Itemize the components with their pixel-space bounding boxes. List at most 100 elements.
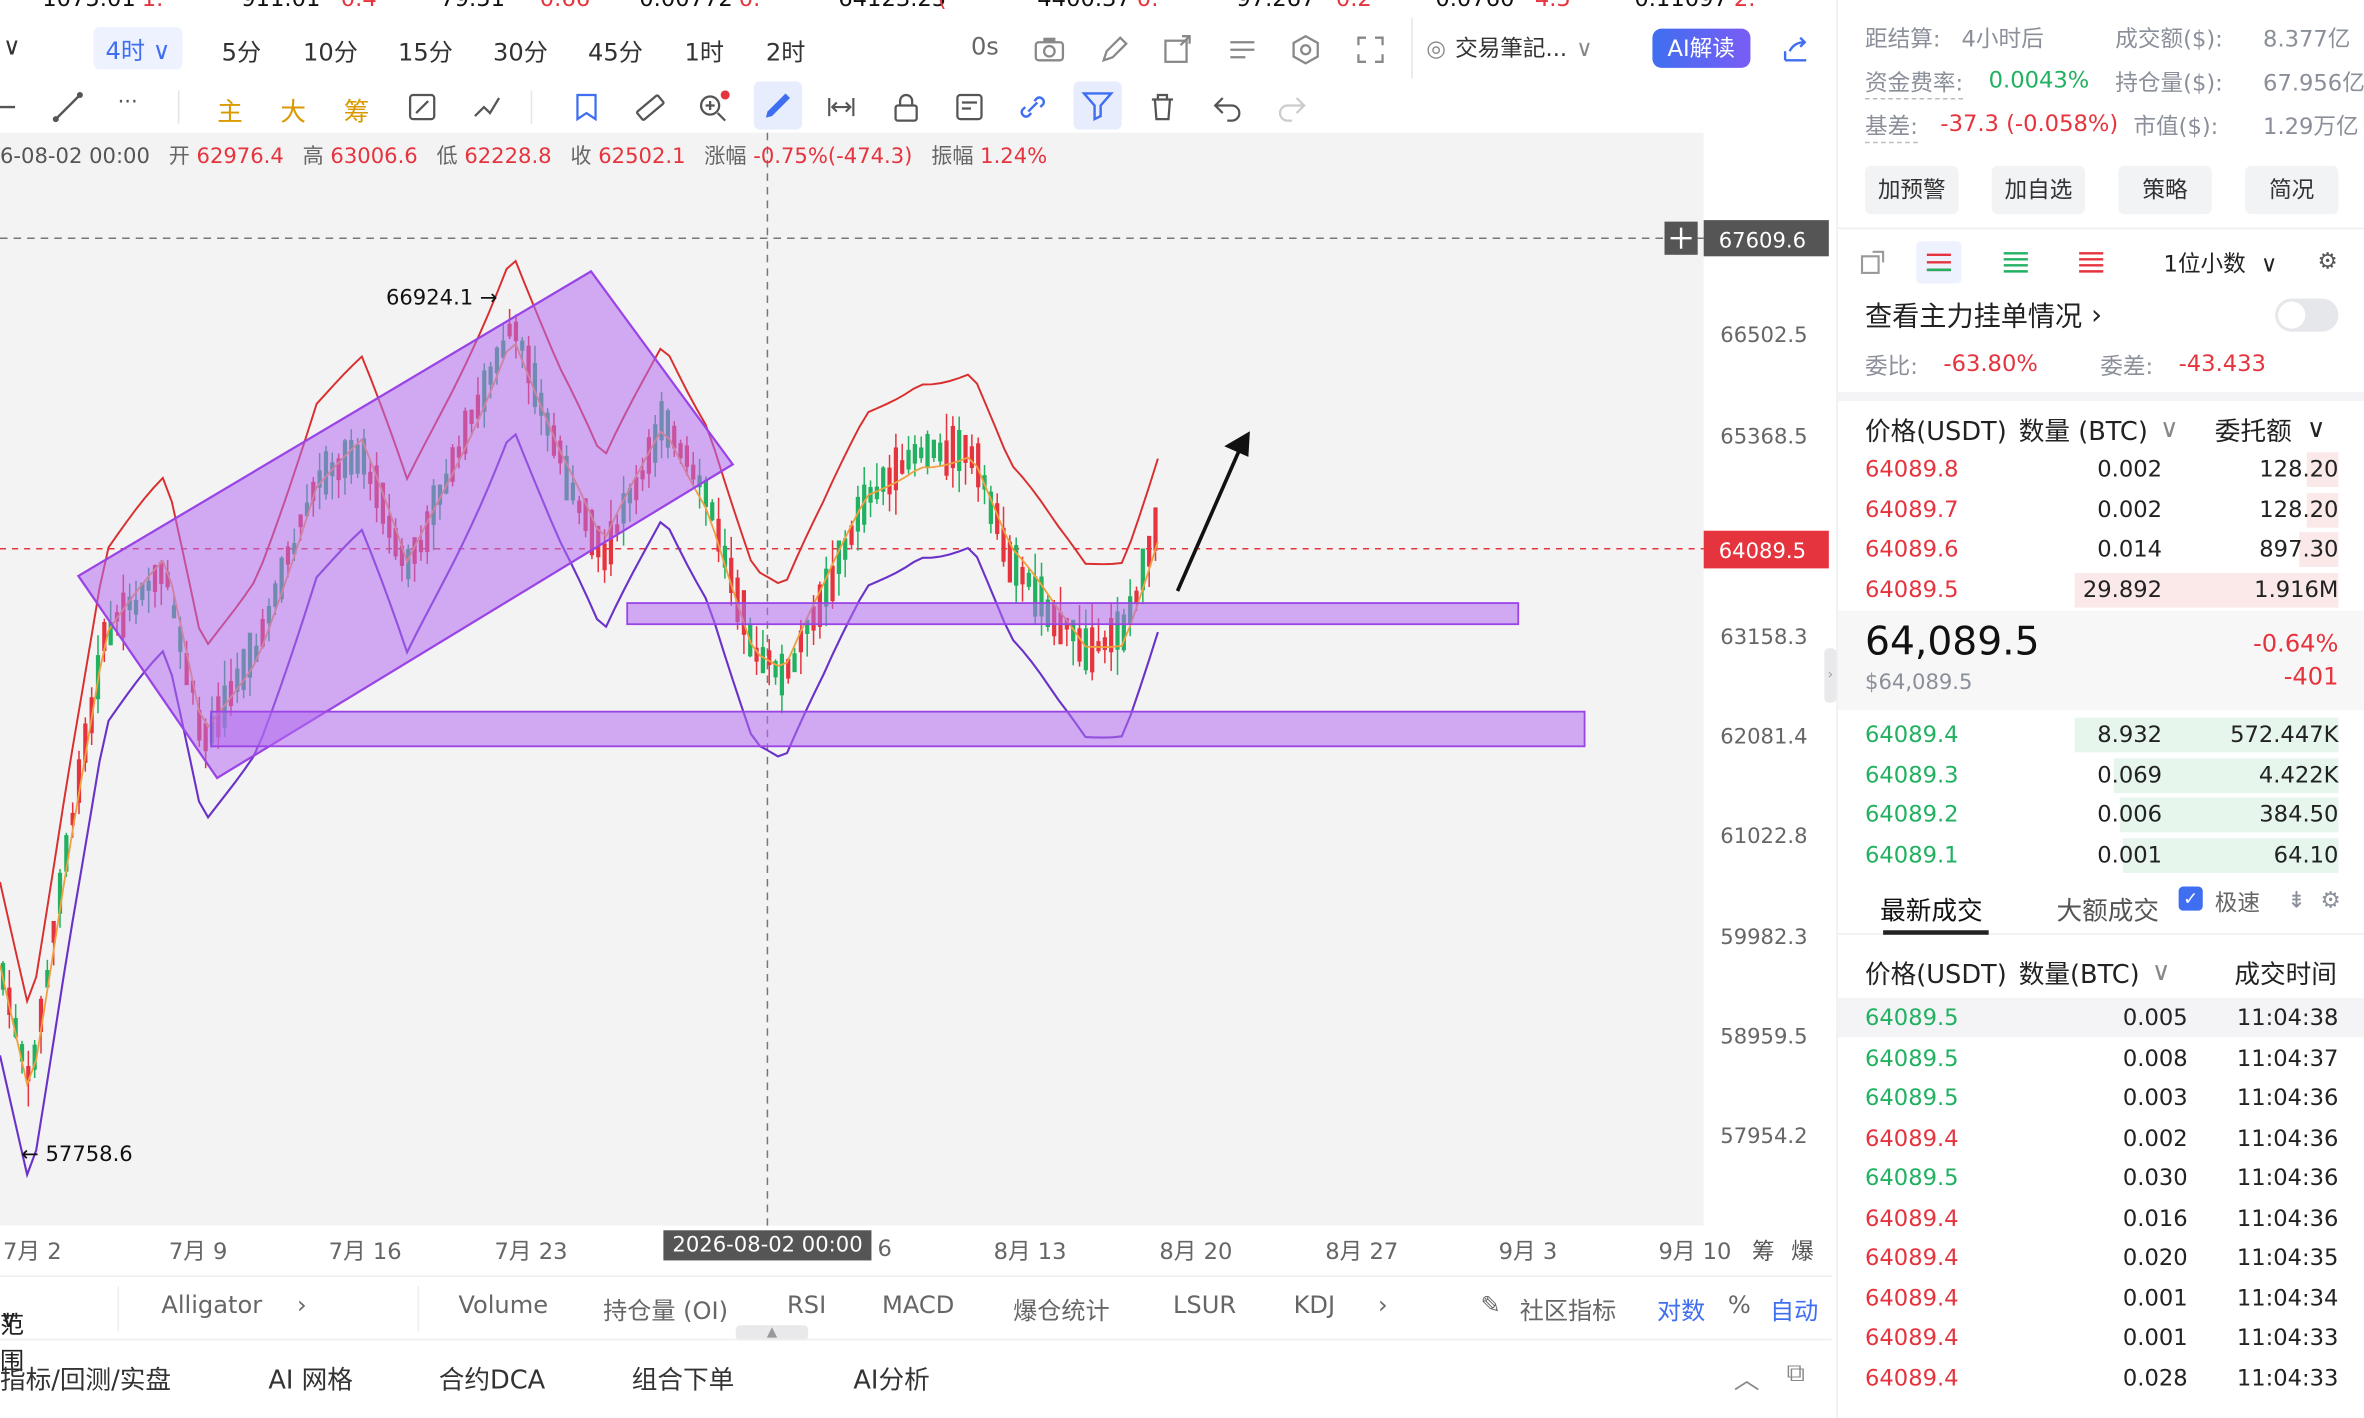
pencil-icon[interactable] bbox=[1098, 33, 1131, 66]
timeframe-5m[interactable]: 5分 bbox=[222, 32, 261, 68]
fast-mode-checkbox[interactable]: ✓ bbox=[2178, 886, 2203, 911]
main-orders-link[interactable]: 查看主力挂单情况 › bbox=[1865, 296, 2102, 335]
tab-lsur[interactable]: LSUR bbox=[1173, 1291, 1236, 1320]
chip-distribution-button[interactable]: 筹 bbox=[344, 90, 377, 128]
ob-total-dropdown[interactable]: 委托额 ∨ bbox=[2215, 410, 2326, 448]
orderbook-asks-icon[interactable] bbox=[2073, 247, 2109, 277]
camera-icon[interactable] bbox=[1033, 33, 1066, 66]
timeframe-30m[interactable]: 30分 bbox=[493, 32, 548, 68]
list-settings-icon[interactable] bbox=[1226, 33, 1259, 66]
chevron-down-icon[interactable]: ∨ bbox=[2152, 957, 2171, 987]
ticks-label[interactable]: 0s bbox=[971, 32, 999, 61]
magnet-tool-active[interactable] bbox=[753, 81, 803, 130]
candle-body bbox=[919, 447, 924, 459]
price-chart[interactable]: 66924.1 → ← 57758.6 66502.5 65368.5 6315… bbox=[0, 132, 1832, 1226]
chip-toggle[interactable]: 筹 bbox=[1752, 1235, 1775, 1267]
orderbook-row[interactable]: 64089.7 0.002 128.20 bbox=[1838, 489, 2364, 528]
combo-order-tab[interactable]: 组合下单 bbox=[632, 1358, 735, 1396]
bookmark-icon[interactable] bbox=[570, 90, 603, 123]
measure-icon[interactable] bbox=[470, 90, 503, 123]
chevron-up-icon[interactable]: ︿ bbox=[1734, 1358, 1760, 1396]
timeframe-active[interactable]: 4时 ∨ bbox=[93, 27, 183, 70]
ob-qty-header: 数量 (BTC) bbox=[2018, 417, 2148, 448]
liquidation-toggle[interactable]: 爆 bbox=[1791, 1235, 1814, 1267]
gear-icon[interactable] bbox=[1289, 33, 1322, 66]
tab-kdj[interactable]: KDJ bbox=[1294, 1291, 1336, 1320]
chevron-down-icon[interactable]: ∨ bbox=[2160, 414, 2179, 444]
orderbook-row[interactable]: 64089.4 8.932 572.447K bbox=[1838, 715, 2364, 754]
ai-grid-tab[interactable]: AI 网格 bbox=[268, 1358, 353, 1396]
undo-icon[interactable] bbox=[1211, 90, 1244, 123]
indicator-backtest-tab[interactable]: 指标/回测/实盘 bbox=[0, 1358, 171, 1396]
sort-icon[interactable]: ⇟ bbox=[2287, 887, 2306, 914]
settings-icon[interactable]: ⚙ bbox=[2320, 887, 2340, 914]
timeframe-2h[interactable]: 2时 bbox=[766, 32, 805, 68]
export-icon[interactable] bbox=[1859, 247, 1886, 277]
filter-button[interactable] bbox=[1073, 81, 1122, 130]
line-tool-icon[interactable] bbox=[0, 90, 33, 123]
tab-latest-trades[interactable]: 最新成交 bbox=[1880, 890, 1983, 927]
chevron-right-icon[interactable]: › bbox=[1378, 1291, 1388, 1320]
alligator-tab[interactable]: Alligator › bbox=[117, 1286, 420, 1332]
tab-open-interest[interactable]: 持仓量 (OI) bbox=[603, 1291, 728, 1327]
lock-icon[interactable] bbox=[890, 90, 923, 123]
fullscreen-icon[interactable] bbox=[1354, 33, 1387, 66]
resistance-zone[interactable] bbox=[626, 602, 1520, 626]
orderbook-row[interactable]: 64089.5 29.892 1.916M bbox=[1838, 569, 2364, 608]
support-zone[interactable] bbox=[210, 710, 1586, 748]
open-value: 62976.4 bbox=[196, 144, 284, 169]
more-tools-icon[interactable]: ··· bbox=[118, 90, 151, 123]
new-window-icon[interactable] bbox=[1161, 33, 1194, 66]
time-axis-label: 7月 23 bbox=[494, 1237, 568, 1265]
orderbook-row[interactable]: 64089.1 0.001 64.10 bbox=[1838, 835, 2364, 874]
tab-big-trades[interactable]: 大额成交 bbox=[2057, 890, 2160, 927]
orderbook-row[interactable]: 64089.3 0.069 4.422K bbox=[1838, 755, 2364, 794]
ticker-value: 64123.25 bbox=[838, 0, 946, 12]
tab-macd[interactable]: MACD bbox=[882, 1291, 954, 1320]
orderbook-both-view[interactable] bbox=[1916, 241, 1962, 284]
expand-icon[interactable]: ⧉ bbox=[1787, 1358, 1805, 1388]
edit-box-icon[interactable] bbox=[406, 90, 439, 123]
share-icon[interactable] bbox=[1779, 33, 1812, 66]
ai-interpret-button[interactable]: AI解读 bbox=[1652, 28, 1750, 68]
orderbook-row[interactable]: 64089.8 0.002 128.20 bbox=[1838, 449, 2364, 488]
main-indicator-button[interactable]: 主 bbox=[217, 90, 250, 128]
auto-scale-toggle[interactable]: 自动 bbox=[1770, 1291, 1818, 1327]
sync-icon[interactable] bbox=[825, 90, 858, 123]
main-orders-toggle[interactable] bbox=[2275, 298, 2339, 332]
tab-liquidation-stats[interactable]: 爆仓统计 bbox=[1013, 1291, 1110, 1327]
trend-line-icon[interactable] bbox=[51, 90, 84, 123]
contract-dca-tab[interactable]: 合约DCA bbox=[439, 1358, 545, 1396]
redo-icon[interactable] bbox=[1276, 90, 1309, 123]
chevron-down-icon[interactable]: ∨ bbox=[3, 32, 21, 61]
trade-notes-dropdown[interactable]: ◎ 交易筆記... ∨ bbox=[1426, 32, 1592, 64]
tab-volume[interactable]: Volume bbox=[458, 1291, 548, 1320]
orderbook-row[interactable]: 64089.2 0.006 384.50 bbox=[1838, 795, 2364, 834]
strategy-button[interactable]: 策略 bbox=[2118, 165, 2212, 215]
panel-collapse-handle[interactable]: › bbox=[1824, 648, 1837, 703]
ob-price: 64089.4 bbox=[1865, 720, 1959, 748]
zoom-in-icon[interactable] bbox=[697, 90, 730, 123]
timeframe-10m[interactable]: 10分 bbox=[303, 32, 358, 68]
add-alert-button[interactable]: 加预警 bbox=[1865, 165, 1959, 215]
community-indicators-link[interactable]: 社区指标 bbox=[1520, 1291, 1617, 1327]
note-icon[interactable] bbox=[953, 90, 986, 123]
decimals-dropdown[interactable]: 1位小数 ∨ bbox=[2164, 247, 2278, 279]
timeframe-15m[interactable]: 15分 bbox=[398, 32, 453, 68]
orderbook-row[interactable]: 64089.6 0.014 897.30 bbox=[1838, 529, 2364, 568]
percent-scale-toggle[interactable]: % bbox=[1728, 1291, 1751, 1320]
trash-icon[interactable] bbox=[1146, 90, 1179, 123]
orderbook-bids-icon[interactable] bbox=[1998, 247, 2034, 277]
big-order-button[interactable]: 大 bbox=[280, 90, 313, 128]
tab-rsi[interactable]: RSI bbox=[787, 1291, 826, 1320]
timeframe-45m[interactable]: 45分 bbox=[588, 32, 643, 68]
log-scale-toggle[interactable]: 对数 bbox=[1657, 1291, 1705, 1327]
settings-icon[interactable]: ⚙ bbox=[2317, 247, 2337, 274]
add-watchlist-button[interactable]: 加自选 bbox=[1991, 165, 2086, 215]
ai-analysis-tab[interactable]: AI分析 bbox=[853, 1358, 929, 1396]
overview-button[interactable]: 简况 bbox=[2244, 165, 2339, 215]
ruler-icon[interactable] bbox=[633, 90, 666, 123]
timeframe-1h[interactable]: 1时 bbox=[684, 32, 723, 68]
link-icon[interactable] bbox=[1016, 90, 1049, 123]
ob-price: 64089.3 bbox=[1865, 760, 1959, 788]
